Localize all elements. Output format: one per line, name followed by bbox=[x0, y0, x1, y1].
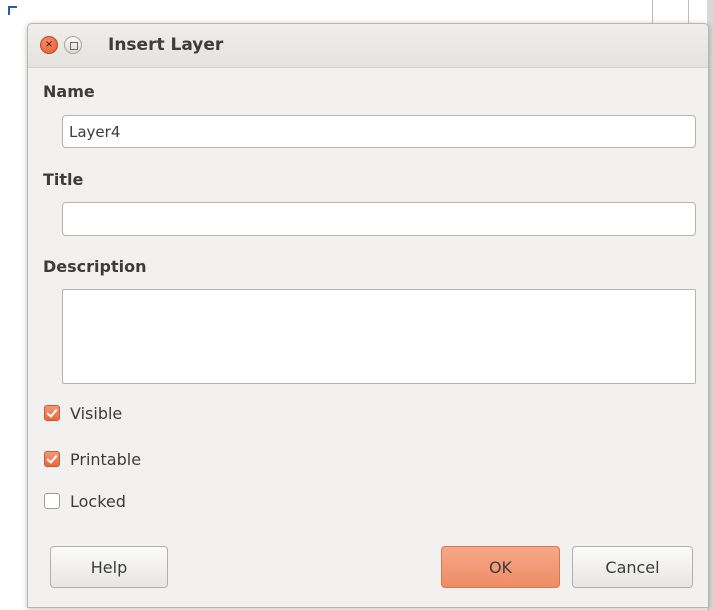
visible-option[interactable]: Visible bbox=[44, 401, 122, 425]
locked-checkbox[interactable] bbox=[44, 493, 60, 509]
title-input[interactable] bbox=[62, 202, 696, 236]
maximize-icon bbox=[70, 42, 78, 50]
maximize-window-button[interactable] bbox=[64, 36, 82, 54]
description-label: Description bbox=[43, 257, 147, 276]
locked-option[interactable]: Locked bbox=[44, 489, 126, 513]
name-label: Name bbox=[43, 82, 95, 101]
printable-label[interactable]: Printable bbox=[70, 450, 141, 469]
cancel-button[interactable]: Cancel bbox=[572, 546, 693, 588]
background-selection-corner bbox=[8, 6, 17, 15]
dialog-titlebar: × Insert Layer bbox=[28, 24, 708, 68]
background-divider bbox=[652, 0, 653, 24]
name-input[interactable] bbox=[62, 115, 696, 148]
locked-label[interactable]: Locked bbox=[70, 492, 126, 511]
visible-checkbox[interactable] bbox=[44, 405, 60, 421]
close-icon: × bbox=[44, 39, 54, 50]
ok-button[interactable]: OK bbox=[441, 546, 560, 588]
insert-layer-dialog: × Insert Layer Name Title Description Vi… bbox=[27, 23, 709, 608]
printable-checkbox[interactable] bbox=[44, 451, 60, 467]
background-divider bbox=[688, 0, 689, 24]
close-window-button[interactable]: × bbox=[40, 36, 58, 54]
visible-label[interactable]: Visible bbox=[70, 404, 122, 423]
dialog-title: Insert Layer bbox=[108, 35, 224, 55]
description-textarea[interactable] bbox=[62, 289, 696, 384]
title-label: Title bbox=[43, 170, 84, 189]
printable-option[interactable]: Printable bbox=[44, 447, 141, 471]
help-button[interactable]: Help bbox=[50, 546, 168, 588]
